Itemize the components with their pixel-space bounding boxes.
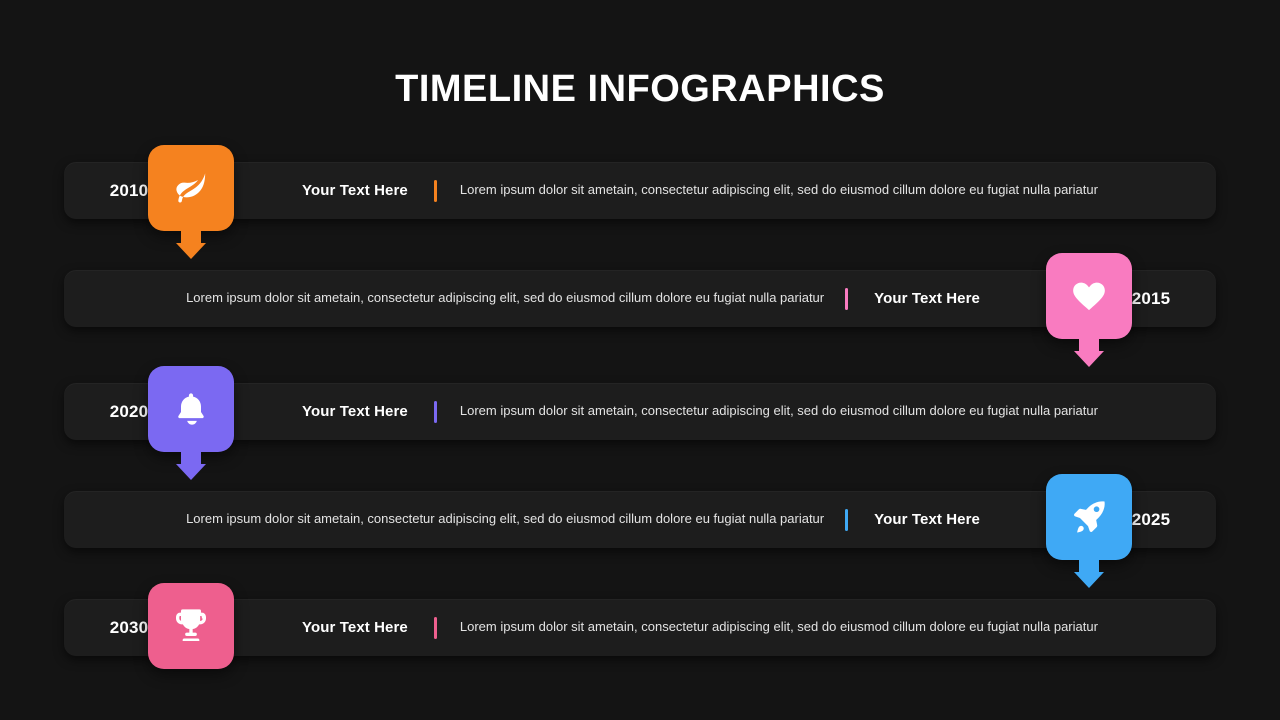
row-divider xyxy=(433,616,437,639)
trophy-icon xyxy=(171,606,211,646)
row-heading: Your Text Here xyxy=(302,182,408,199)
row-content: 2020 Your Text Here Lorem ipsum dolor si… xyxy=(64,383,1216,440)
icon-card[interactable] xyxy=(1046,253,1132,339)
row-heading: Your Text Here xyxy=(874,290,980,307)
marker-arrow xyxy=(148,451,234,484)
icon-card[interactable] xyxy=(148,145,234,231)
rocket-icon xyxy=(1069,497,1109,537)
timeline-row[interactable]: 2030 Your Text Here Lorem ipsum dolor si… xyxy=(64,599,1216,656)
marker-arrow xyxy=(1046,559,1132,592)
row-divider xyxy=(845,508,849,531)
row-body-text: Lorem ipsum dolor sit ametain, consectet… xyxy=(186,511,825,527)
timeline-row[interactable]: 2025 Your Text Here Lorem ipsum dolor si… xyxy=(64,491,1216,548)
row-divider xyxy=(433,400,437,423)
timeline-marker[interactable] xyxy=(1046,474,1132,592)
row-content: 2010 Your Text Here Lorem ipsum dolor si… xyxy=(64,162,1216,219)
row-divider xyxy=(845,287,849,310)
timeline-row[interactable]: 2020 Your Text Here Lorem ipsum dolor si… xyxy=(64,383,1216,440)
icon-card[interactable] xyxy=(148,366,234,452)
timeline-marker[interactable] xyxy=(1046,253,1132,371)
leaf-icon xyxy=(171,168,211,208)
timeline-marker[interactable] xyxy=(148,145,234,263)
row-content: 2015 Your Text Here Lorem ipsum dolor si… xyxy=(64,270,1216,327)
marker-arrow xyxy=(1046,338,1132,371)
timeline-row[interactable]: 2015 Your Text Here Lorem ipsum dolor si… xyxy=(64,270,1216,327)
page-title: TIMELINE INFOGRAPHICS xyxy=(395,68,885,110)
marker-arrow xyxy=(148,230,234,263)
timeline-marker[interactable] xyxy=(148,583,234,669)
icon-card[interactable] xyxy=(1046,474,1132,560)
timeline-marker[interactable] xyxy=(148,366,234,484)
row-heading: Your Text Here xyxy=(302,403,408,420)
row-content: 2025 Your Text Here Lorem ipsum dolor si… xyxy=(64,491,1216,548)
row-body-text: Lorem ipsum dolor sit ametain, consectet… xyxy=(459,403,1098,419)
heart-icon xyxy=(1069,276,1109,316)
timeline-row[interactable]: 2010 Your Text Here Lorem ipsum dolor si… xyxy=(64,162,1216,219)
row-body-text: Lorem ipsum dolor sit ametain, consectet… xyxy=(459,619,1098,635)
row-divider xyxy=(433,179,437,202)
icon-card[interactable] xyxy=(148,583,234,669)
row-heading: Your Text Here xyxy=(302,619,408,636)
row-body-text: Lorem ipsum dolor sit ametain, consectet… xyxy=(459,182,1098,198)
row-body-text: Lorem ipsum dolor sit ametain, consectet… xyxy=(186,290,825,306)
row-heading: Your Text Here xyxy=(874,511,980,528)
row-content: 2030 Your Text Here Lorem ipsum dolor si… xyxy=(64,599,1216,656)
timeline-slide: TIMELINE INFOGRAPHICS 2010 Your Text Her… xyxy=(0,0,1280,720)
bell-icon xyxy=(171,389,211,429)
